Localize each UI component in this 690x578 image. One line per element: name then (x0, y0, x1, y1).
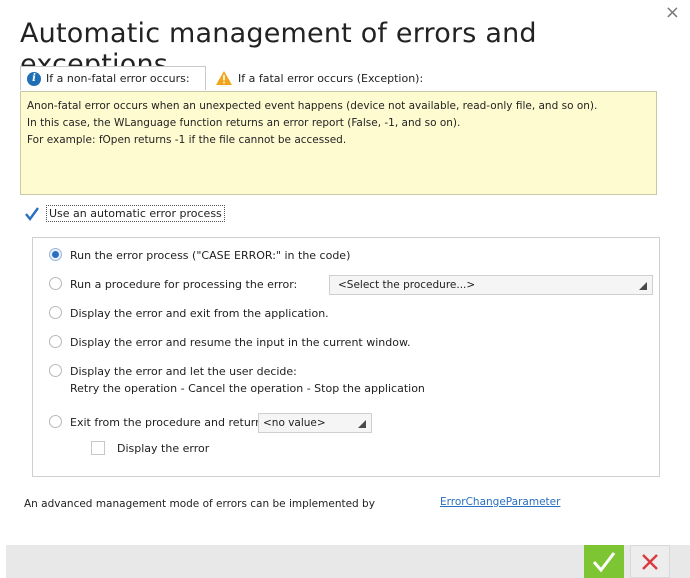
note-line: In this case, the WLanguage function ret… (27, 117, 461, 129)
checkmark-icon (25, 206, 39, 221)
return-value-select-value: <no value> (263, 417, 326, 429)
auto-error-process-label: Use an automatic error process (46, 205, 225, 222)
option-label: Exit from the procedure and return: (70, 416, 266, 429)
option-label: Display the error and let the user decid… (70, 364, 425, 396)
option-label: Run the error process ("CASE ERROR:" in … (70, 249, 351, 262)
display-error-label: Display the error (117, 441, 210, 455)
procedure-select-value: <Select the procedure...> (338, 279, 476, 291)
option-sublabel: Retry the operation - Cancel the operati… (70, 382, 425, 395)
radio-display-exit[interactable]: Display the error and exit from the appl… (49, 306, 329, 321)
warning-icon (216, 71, 232, 85)
radio-run-procedure[interactable]: Run a procedure for processing the error… (49, 277, 297, 292)
ok-button[interactable] (584, 545, 624, 578)
tab-label: If a fatal error occurs (Exception): (238, 71, 424, 85)
option-label: Run a procedure for processing the error… (70, 278, 298, 291)
close-icon (642, 553, 658, 570)
info-icon: i (27, 71, 41, 86)
option-label: Display the error and resume the input i… (70, 336, 411, 349)
error-management-dialog: × Automatic management of errors and exc… (6, 0, 690, 578)
radio-display-user-decide[interactable]: Display the error and let the user decid… (49, 364, 425, 396)
radio-button[interactable] (49, 306, 62, 319)
radio-button[interactable] (49, 335, 62, 348)
radio-exit-procedure[interactable]: Exit from the procedure and return: (49, 415, 266, 430)
checkbox-box[interactable] (91, 441, 105, 455)
radio-run-error-process[interactable]: Run the error process ("CASE ERROR:" in … (49, 248, 350, 263)
option-label: Display the error and exit from the appl… (70, 307, 329, 320)
cancel-button[interactable] (630, 545, 670, 578)
auto-error-process-checkbox[interactable]: Use an automatic error process (24, 205, 225, 222)
radio-button[interactable] (49, 277, 62, 290)
tab-non-fatal-error[interactable]: i If a non-fatal error occurs: (20, 66, 206, 90)
error-options-panel: Run the error process ("CASE ERROR:" in … (32, 237, 660, 477)
radio-display-resume[interactable]: Display the error and resume the input i… (49, 335, 410, 350)
tab-label: If a non-fatal error occurs: (46, 72, 190, 85)
return-value-select[interactable]: <no value> (258, 413, 372, 433)
dropdown-arrow-icon (358, 420, 366, 428)
description-note: Anon-fatal error occurs when an unexpect… (20, 91, 657, 195)
checkmark-icon (592, 551, 616, 572)
display-error-checkbox[interactable]: Display the error (91, 441, 209, 455)
dropdown-arrow-icon (639, 282, 647, 290)
radio-button[interactable] (49, 248, 62, 261)
error-change-parameter-link[interactable]: ErrorChangeParameter (440, 496, 560, 508)
note-line: Anon-fatal error occurs when an unexpect… (27, 100, 598, 112)
footer-text: An advanced management mode of errors ca… (24, 498, 375, 510)
procedure-select[interactable]: <Select the procedure...> (329, 275, 653, 295)
radio-button[interactable] (49, 364, 62, 377)
radio-button[interactable] (49, 415, 62, 428)
tab-fatal-error[interactable]: If a fatal error occurs (Exception): (212, 66, 423, 90)
note-line: For example: fOpen returns -1 if the fil… (27, 134, 347, 146)
option-label-main: Display the error and let the user decid… (70, 365, 297, 378)
